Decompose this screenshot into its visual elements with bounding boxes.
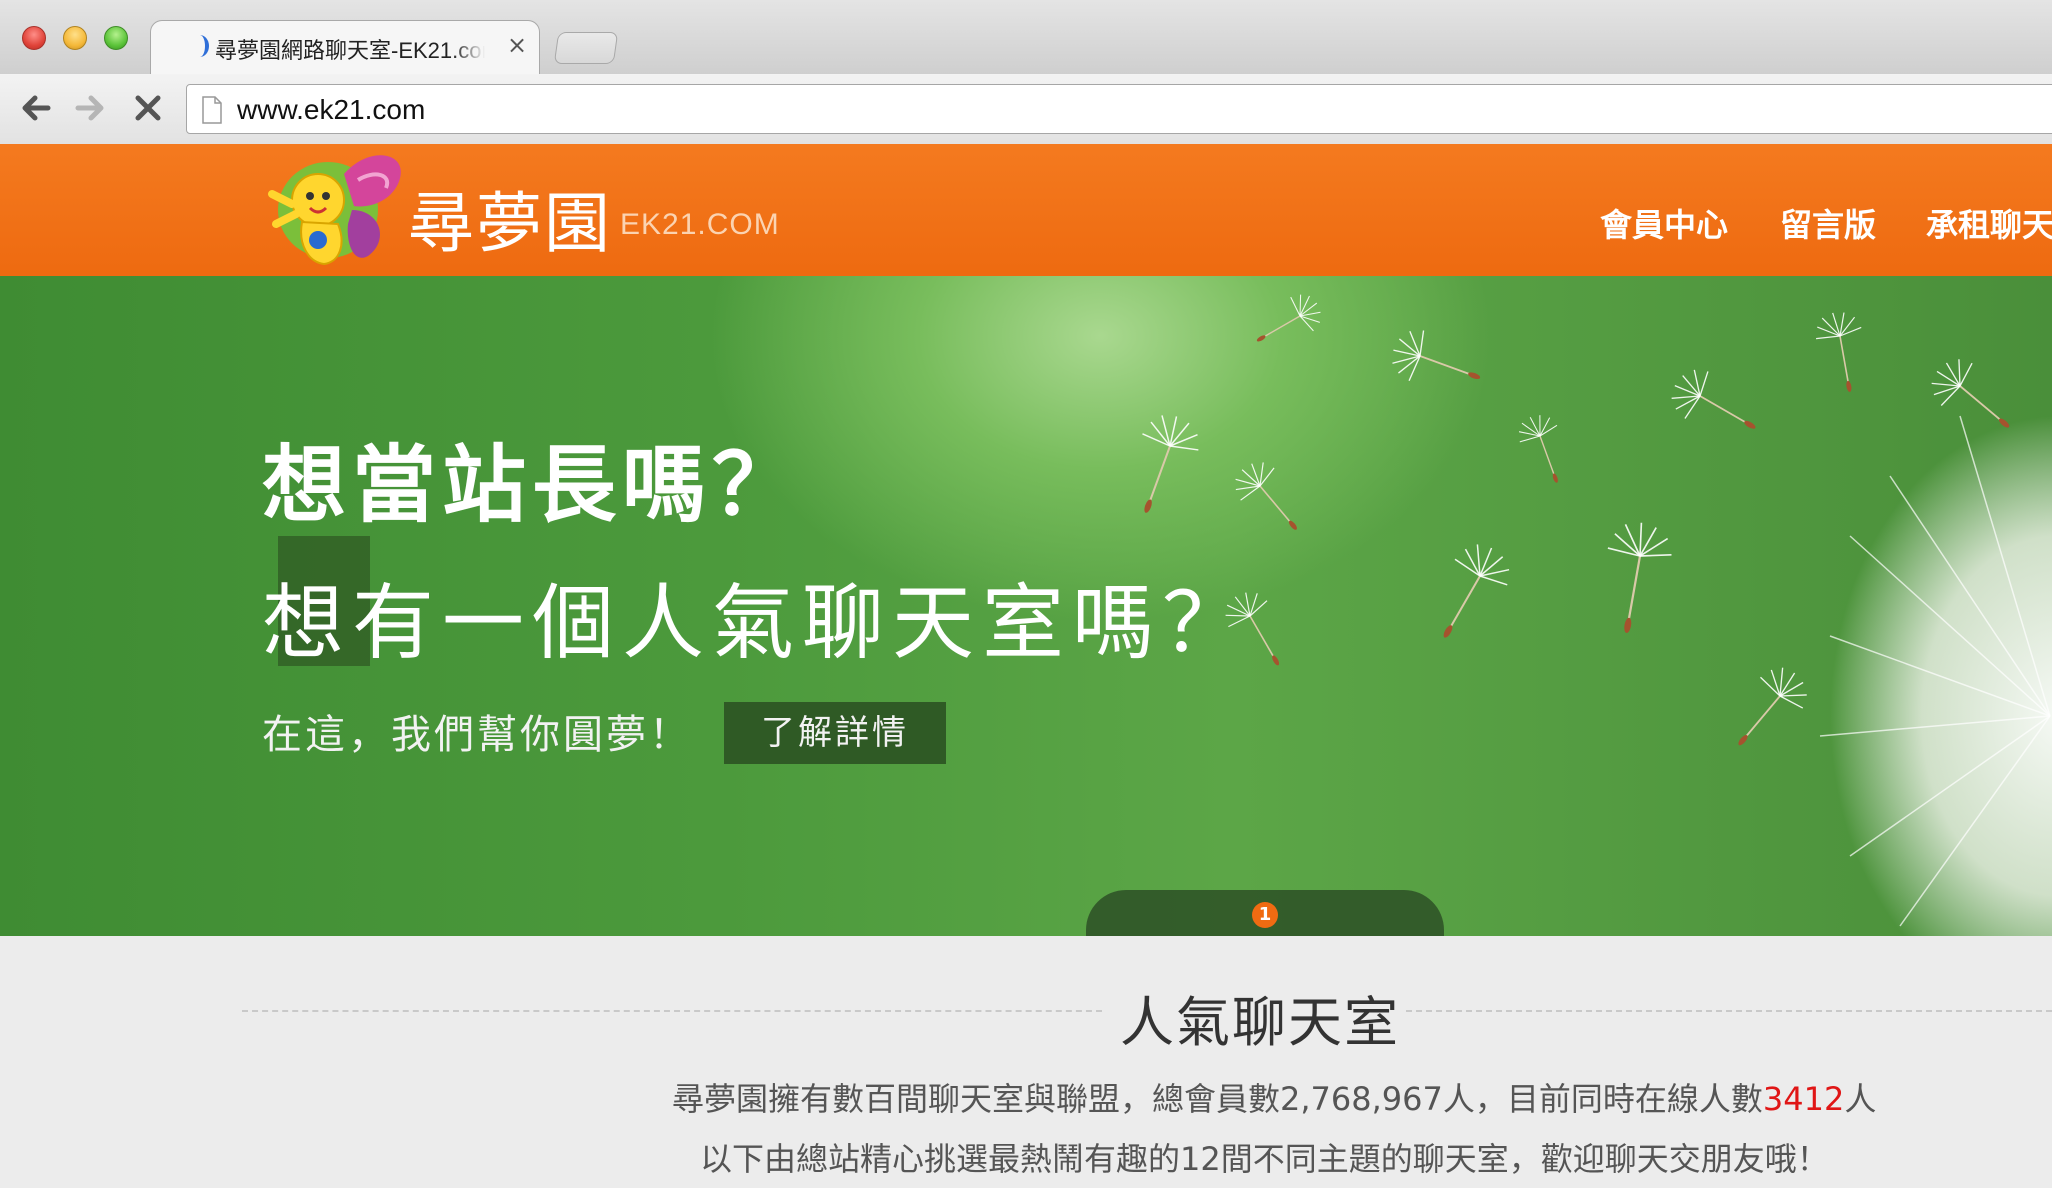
loading-spinner-icon xyxy=(191,35,209,57)
address-bar[interactable]: www.ek21.com xyxy=(186,84,2052,134)
window-close-button[interactable] xyxy=(22,26,46,50)
online-count: 3412 xyxy=(1762,1080,1845,1118)
window-zoom-button[interactable] xyxy=(104,26,128,50)
slide-pager: 1 xyxy=(1086,890,1444,936)
page-icon xyxy=(202,96,222,124)
window-minimize-button[interactable] xyxy=(63,26,87,50)
tab-title: 尋夢園網路聊天室-EK21.com xyxy=(215,38,485,63)
new-tab-button[interactable] xyxy=(553,32,619,64)
hero-tagline: 在這，我們幫你圓夢！ xyxy=(262,712,692,758)
section-divider-right xyxy=(1406,1010,2052,1012)
section-title: 人氣聊天室 xyxy=(1120,991,1400,1054)
nav-member-center[interactable]: 會員中心 xyxy=(1600,200,1728,246)
brand-name[interactable]: 尋夢園 xyxy=(408,170,612,266)
back-arrow-icon[interactable] xyxy=(16,88,56,128)
hero-headline: 想當站長嗎？ xyxy=(262,436,803,534)
hero-subheadline: 想有一個人氣聊天室嗎？ xyxy=(262,576,1253,671)
browser-tab-active[interactable]: 尋夢園網路聊天室-EK21.com × xyxy=(150,20,540,75)
forward-arrow-icon[interactable] xyxy=(70,88,110,128)
nav-rent-chatroom[interactable]: 承租聊天 xyxy=(1926,200,2052,246)
section-description-line2: 以下由總站精心挑選最熱鬧有趣的12間不同主題的聊天室，歡迎聊天交朋友哦！ xyxy=(700,1140,1829,1178)
description-prefix: 尋夢園擁有數百間聊天室與聯盟，總會員數2,768,967人，目前同時在線人數 xyxy=(672,1080,1763,1118)
nav-guestbook[interactable]: 留言版 xyxy=(1780,200,1876,246)
browser-tabstrip: 尋夢園網路聊天室-EK21.com × xyxy=(0,0,2052,75)
butterfly-mascot-logo[interactable] xyxy=(262,144,412,276)
brand-domain: EK21.COM xyxy=(620,208,780,241)
site-header: 尋夢園 EK21.COM 會員中心 留言版 承租聊天 xyxy=(0,144,2052,276)
description-suffix: 人 xyxy=(1844,1080,1877,1118)
section-description-line1: 尋夢園擁有數百間聊天室與聯盟，總會員數2,768,967人，目前同時在線人數34… xyxy=(672,1074,1876,1120)
tab-close-icon[interactable]: × xyxy=(507,31,527,59)
slide-indicator-1[interactable]: 1 xyxy=(1252,902,1278,928)
learn-more-button[interactable]: 了解詳情 xyxy=(724,702,946,764)
stop-icon[interactable] xyxy=(128,88,168,128)
browser-toolbar: www.ek21.com xyxy=(0,74,2052,145)
hero-banner[interactable]: 想當站長嗎？ 想有一個人氣聊天室嗎？ 在這，我們幫你圓夢！ 了解詳情 1 xyxy=(0,276,2052,936)
address-bar-url[interactable]: www.ek21.com xyxy=(237,94,425,126)
section-divider-left xyxy=(242,1010,1102,1012)
